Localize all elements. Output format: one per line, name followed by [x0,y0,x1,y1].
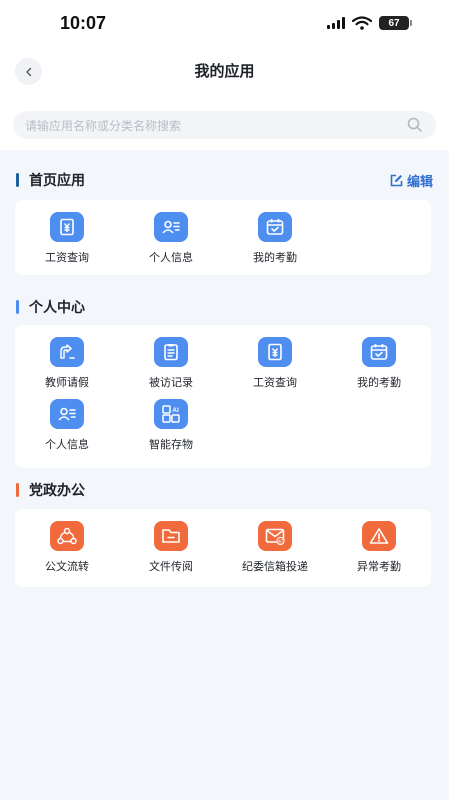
status-time: 10:07 [60,13,107,33]
salary-icon [50,212,84,242]
app-label: 文件传阅 [149,560,193,573]
status-icons: 67 [327,16,412,30]
status-bar: 10:07 67 [0,0,449,48]
contact-card-icon [154,212,188,242]
app-salary-query[interactable]: 工资查询 [223,337,327,390]
app-personal-info[interactable]: 个人信息 [119,212,223,265]
search-input[interactable]: 请输应用名称或分类名称搜索 [13,111,436,139]
top-panel: 10:07 67 我的应用 请输应用名称或分类名称搜索 [0,0,449,150]
app-salary-query[interactable]: 工资查询 [15,212,119,265]
wifi-icon [352,16,372,30]
section-title: 首页应用 [29,173,85,189]
app-label: 公文流转 [45,560,89,573]
app-my-attendance[interactable]: 我的考勤 [223,212,327,265]
edit-button[interactable]: 编辑 [390,171,433,190]
ai-grid-icon: AI [154,399,188,429]
section-accent-bar [16,173,19,187]
app-label: 我的考勤 [357,376,401,389]
signal-icon [327,17,345,29]
app-label: 个人信息 [149,251,193,264]
search-icon[interactable] [406,116,424,134]
folder-icon [154,521,188,551]
section-header-personal-center: 个人中心 [16,297,433,317]
discipline-badge: 纪 [278,538,283,545]
calendar-check-icon [362,337,396,367]
app-discipline-mailbox[interactable]: 纪 纪委信箱投递 [223,521,327,574]
battery-level: 67 [388,17,400,29]
edit-icon [390,174,403,186]
app-visit-record[interactable]: 被访记录 [119,337,223,390]
section-accent-bar [16,300,19,314]
app-label: 异常考勤 [357,560,401,573]
app-teacher-leave[interactable]: 教师请假 [15,337,119,390]
leave-icon [50,337,84,367]
card-party-office: 公文流转 文件传阅 纪 纪委信箱投递 异常考勤 [15,509,431,587]
card-personal-center: 教师请假 被访记录 工资查询 我的考勤 个人信息 AI 智能存物 [15,325,431,468]
app-file-circulation[interactable]: 文件传阅 [119,521,223,574]
app-label: 工资查询 [253,376,297,389]
card-home-apps: 工资查询 个人信息 我的考勤 [15,200,431,275]
app-smart-storage[interactable]: AI 智能存物 [119,399,223,452]
record-icon [154,337,188,367]
page-title: 我的应用 [194,62,255,80]
section-accent-bar [16,483,19,497]
section-title: 党政办公 [29,483,85,499]
edit-label: 编辑 [406,174,433,190]
app-abnormal-attendance[interactable]: 异常考勤 [327,521,431,574]
search-placeholder: 请输应用名称或分类名称搜索 [25,118,182,133]
app-label: 教师请假 [45,376,89,389]
app-label: 智能存物 [149,438,193,451]
section-header-home-apps: 首页应用 编辑 [16,170,433,190]
ai-badge: AI [172,407,179,414]
calendar-check-icon [258,212,292,242]
app-label: 工资查询 [45,251,89,264]
app-personal-info[interactable]: 个人信息 [15,399,119,452]
contact-card-icon [50,399,84,429]
app-label: 我的考勤 [253,251,297,264]
app-label: 纪委信箱投递 [242,560,308,573]
salary-icon [258,337,292,367]
section-title: 个人中心 [29,300,85,316]
battery-icon: 67 [379,16,412,30]
app-label: 被访记录 [149,376,193,389]
section-header-party-office: 党政办公 [16,480,433,500]
flow-icon [50,521,84,551]
app-label: 个人信息 [45,438,89,451]
app-my-attendance[interactable]: 我的考勤 [327,337,431,390]
mailbox-icon: 纪 [258,521,292,551]
warning-icon [362,521,396,551]
app-document-flow[interactable]: 公文流转 [15,521,119,574]
nav-bar: 我的应用 [0,52,449,90]
